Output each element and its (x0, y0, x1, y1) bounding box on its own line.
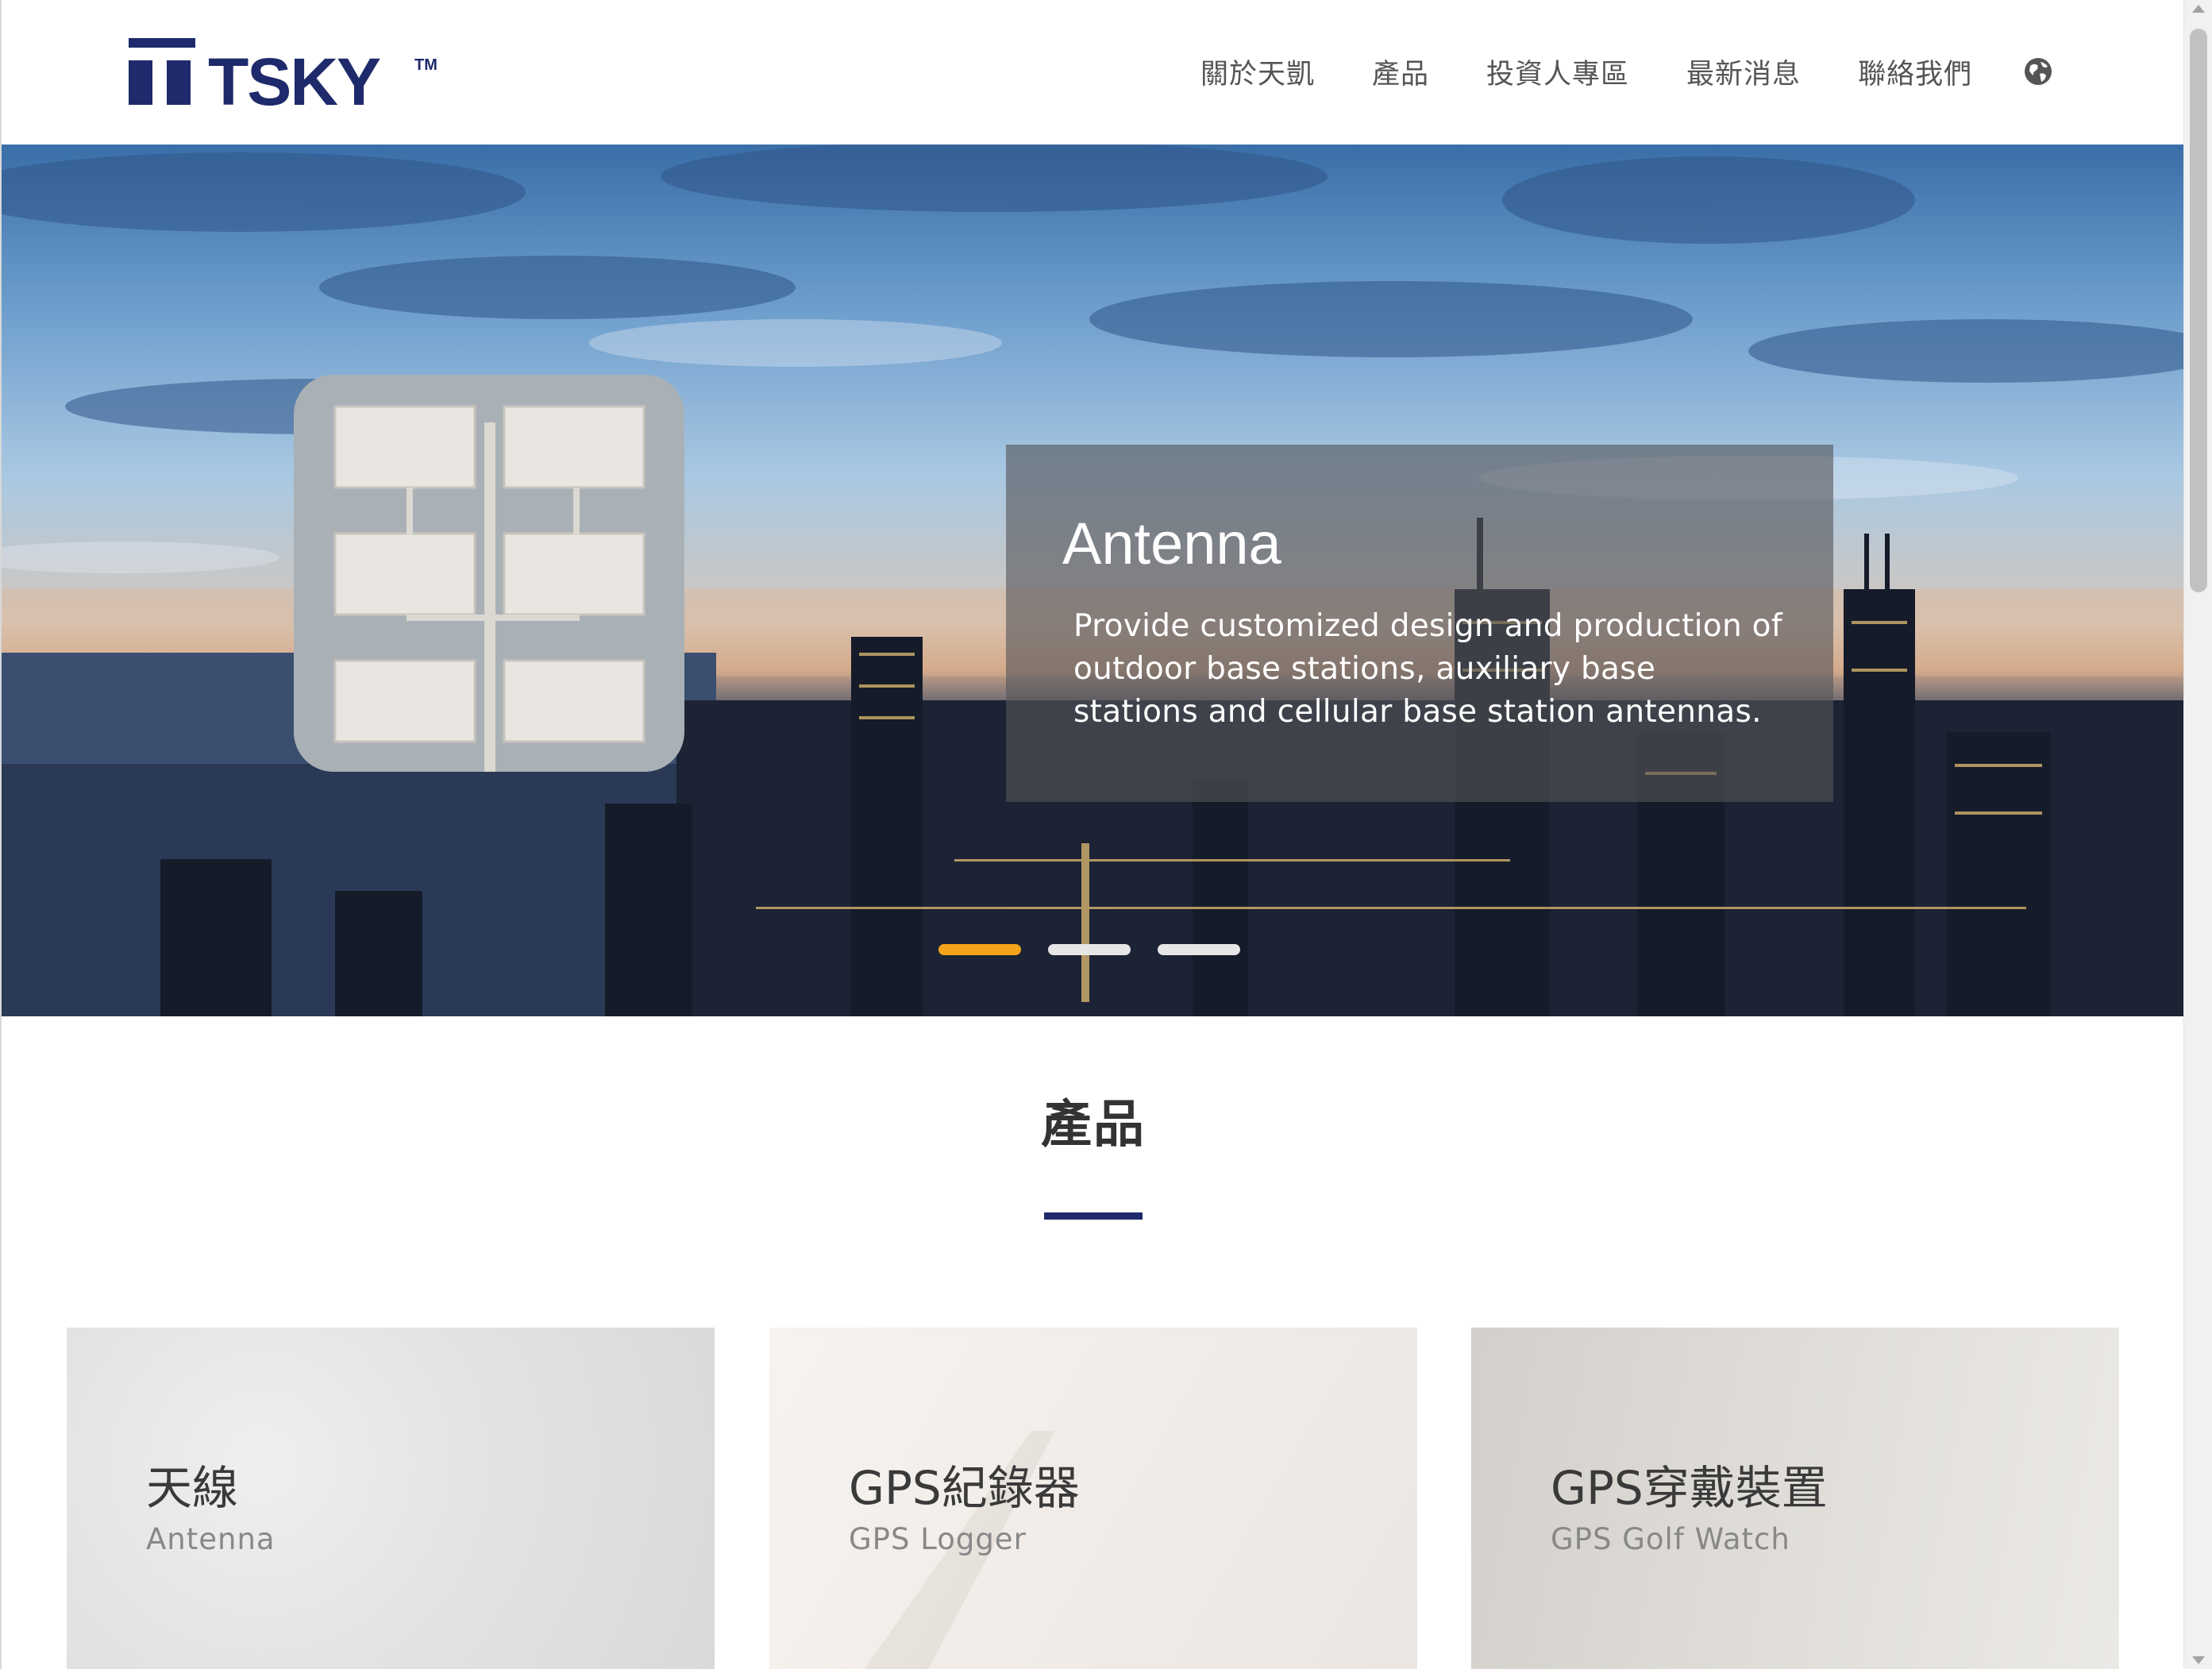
antenna-product-image (294, 375, 684, 772)
logo-trademark: TM (414, 56, 437, 74)
slider-dot-2[interactable] (1048, 944, 1131, 955)
products-heading: 產品 (1041, 1096, 1146, 1154)
heading-underline (1044, 1212, 1143, 1220)
slider-dot-3[interactable] (1158, 944, 1240, 955)
product-card-title: 天線 (146, 1461, 239, 1515)
product-card-gps-logger[interactable]: GPS紀錄器 GPS Logger (769, 1328, 1417, 1669)
product-card-title: GPS紀錄器 (849, 1461, 1080, 1515)
product-card-subtitle: Antenna (146, 1522, 276, 1556)
tsky-logo[interactable]: TSKY TM (129, 38, 446, 111)
slider-dot-1[interactable] (938, 944, 1021, 955)
nav-item-contact[interactable]: 聯絡我們 (1858, 52, 1972, 92)
nav-item-news[interactable]: 最新消息 (1686, 52, 1801, 92)
main-nav: 關於天凱 產品 投資人專區 最新消息 聯絡我們 (1200, 48, 2053, 95)
globe-icon[interactable] (2023, 56, 2053, 87)
product-card-antenna[interactable]: 天線 Antenna (67, 1328, 715, 1669)
site-header: TSKY TM 關於天凱 產品 投資人專區 最新消息 聯絡我們 (2, 0, 2185, 145)
hero-title: Antenna (1062, 511, 1281, 576)
scroll-up-arrow-icon[interactable] (2192, 5, 2205, 13)
product-card-title: GPS穿戴裝置 (1551, 1461, 1828, 1515)
slider-pagination (938, 944, 1267, 955)
nav-item-about[interactable]: 關於天凱 (1200, 52, 1315, 92)
hero-description: Provide customized design and production… (1073, 608, 1782, 730)
scroll-down-arrow-icon[interactable] (2192, 1656, 2205, 1664)
page: TSKY TM 關於天凱 產品 投資人專區 最新消息 聯絡我們 Antenna … (0, 0, 2185, 1669)
nav-item-products[interactable]: 產品 (1372, 52, 1429, 92)
product-card-subtitle: GPS Logger (849, 1522, 1027, 1556)
page-scrollbar[interactable] (2183, 0, 2212, 1669)
scroll-thumb[interactable] (2190, 29, 2207, 592)
product-card-gps-watch[interactable]: GPS穿戴裝置 GPS Golf Watch (1471, 1328, 2119, 1669)
logo-wordmark: TSKY (208, 44, 380, 111)
product-card-subtitle: GPS Golf Watch (1551, 1522, 1790, 1556)
nav-item-investors[interactable]: 投資人專區 (1486, 52, 1629, 92)
hero-slider[interactable]: Antenna Provide customized design and pr… (2, 145, 2185, 1016)
